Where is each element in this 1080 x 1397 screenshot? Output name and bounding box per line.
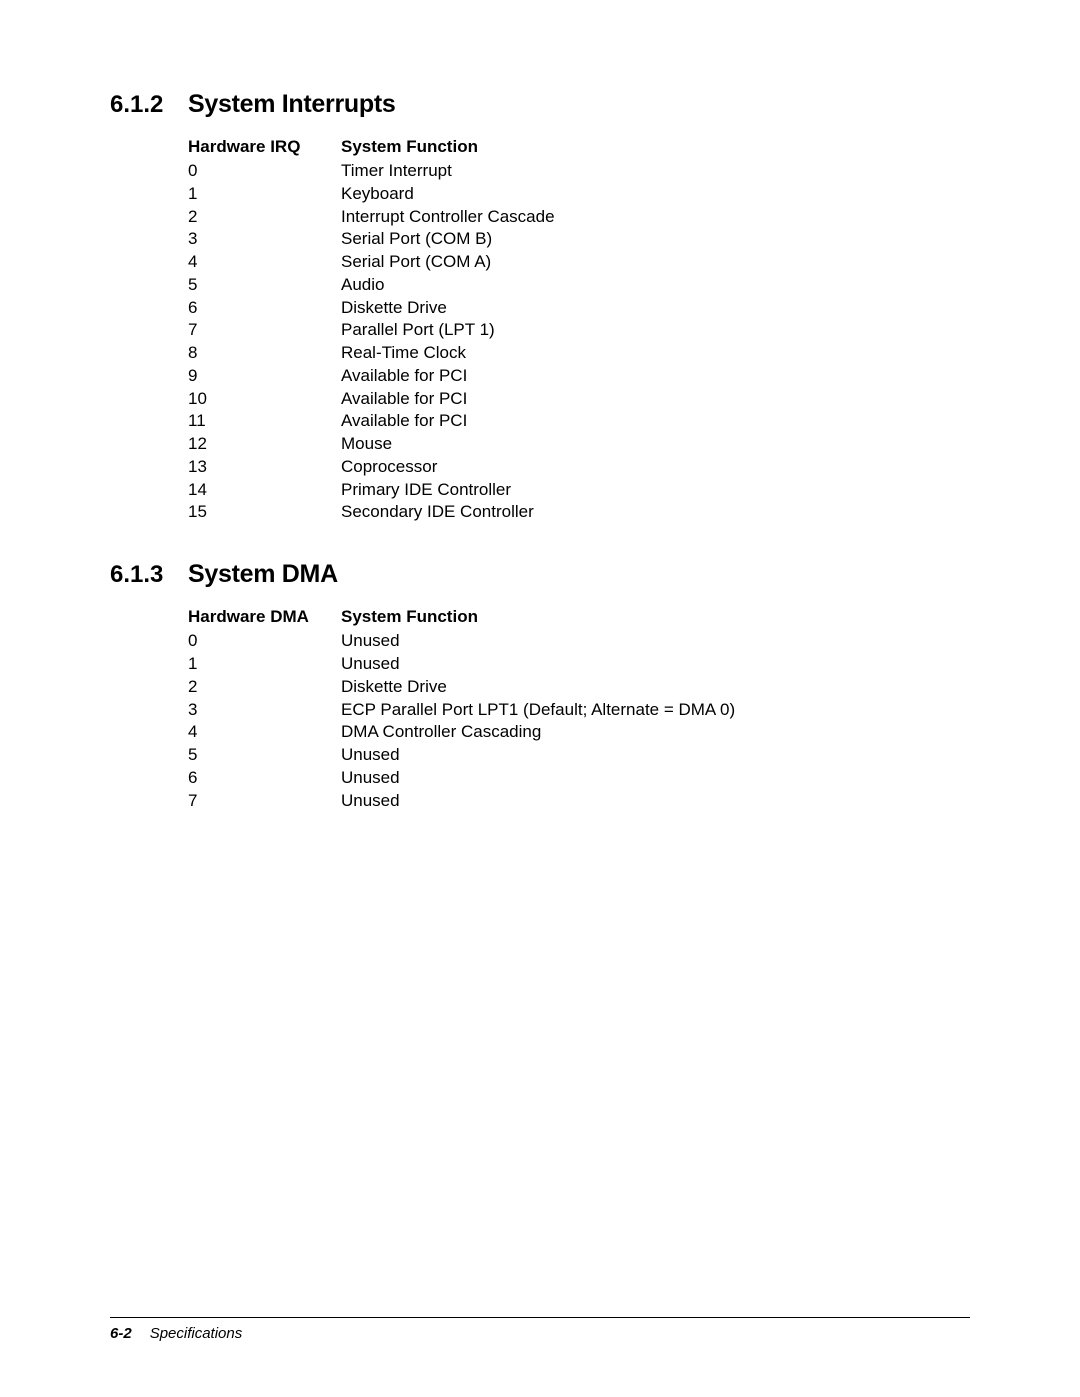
cell: Diskette Drive: [341, 676, 970, 699]
cell: Diskette Drive: [341, 297, 970, 320]
table-row: 14Primary IDE Controller: [188, 479, 970, 502]
header-col1: Hardware IRQ: [188, 137, 341, 157]
table-header: Hardware IRQ System Function: [188, 137, 970, 157]
cell: 1: [188, 653, 341, 676]
page-footer: 6-2 Specifications: [110, 1317, 970, 1342]
cell: 1: [188, 183, 341, 206]
cell: 5: [188, 274, 341, 297]
table-row: 7Parallel Port (LPT 1): [188, 319, 970, 342]
table-row: 2Interrupt Controller Cascade: [188, 206, 970, 229]
cell: 2: [188, 676, 341, 699]
cell: 11: [188, 410, 341, 433]
dma-table: Hardware DMA System Function 0Unused 1Un…: [188, 607, 970, 812]
footer-text: 6-2 Specifications: [110, 1325, 970, 1342]
chapter-title: Specifications: [150, 1325, 243, 1342]
cell: 15: [188, 501, 341, 524]
table-row: 12Mouse: [188, 433, 970, 456]
cell: 12: [188, 433, 341, 456]
cell: Serial Port (COM B): [341, 228, 970, 251]
cell: 9: [188, 365, 341, 388]
cell: 3: [188, 699, 341, 722]
cell: 0: [188, 630, 341, 653]
cell: Coprocessor: [341, 456, 970, 479]
cell: Keyboard: [341, 183, 970, 206]
cell: Parallel Port (LPT 1): [341, 319, 970, 342]
table-row: 9Available for PCI: [188, 365, 970, 388]
table-row: 0Timer Interrupt: [188, 160, 970, 183]
table-row: 4Serial Port (COM A): [188, 251, 970, 274]
cell: 7: [188, 319, 341, 342]
header-col2: System Function: [341, 607, 970, 627]
table-row: 2Diskette Drive: [188, 676, 970, 699]
table-row: 5Audio: [188, 274, 970, 297]
cell: Unused: [341, 630, 970, 653]
cell: Unused: [341, 653, 970, 676]
cell: Available for PCI: [341, 388, 970, 411]
cell: 13: [188, 456, 341, 479]
cell: 2: [188, 206, 341, 229]
cell: 4: [188, 721, 341, 744]
cell: 14: [188, 479, 341, 502]
cell: Secondary IDE Controller: [341, 501, 970, 524]
cell: 6: [188, 767, 341, 790]
table-row: 10Available for PCI: [188, 388, 970, 411]
cell: Mouse: [341, 433, 970, 456]
section-number: 6.1.3: [110, 561, 188, 589]
cell: 3: [188, 228, 341, 251]
cell: Serial Port (COM A): [341, 251, 970, 274]
table-row: 6Unused: [188, 767, 970, 790]
table-row: 1Keyboard: [188, 183, 970, 206]
section-heading: 6.1.3 System DMA: [110, 560, 970, 589]
irq-table: Hardware IRQ System Function 0Timer Inte…: [188, 137, 970, 524]
table-row: 8Real-Time Clock: [188, 342, 970, 365]
cell: DMA Controller Cascading: [341, 721, 970, 744]
header-col2: System Function: [341, 137, 970, 157]
page: 6.1.2 System Interrupts Hardware IRQ Sys…: [0, 0, 1080, 1397]
section-title: System Interrupts: [188, 90, 395, 119]
cell: 6: [188, 297, 341, 320]
cell: Audio: [341, 274, 970, 297]
table-row: 11Available for PCI: [188, 410, 970, 433]
cell: Available for PCI: [341, 410, 970, 433]
cell: Available for PCI: [341, 365, 970, 388]
table-row: 3Serial Port (COM B): [188, 228, 970, 251]
table-row: 1Unused: [188, 653, 970, 676]
cell: Interrupt Controller Cascade: [341, 206, 970, 229]
table-row: 0Unused: [188, 630, 970, 653]
cell: Real-Time Clock: [341, 342, 970, 365]
cell: ECP Parallel Port LPT1 (Default; Alterna…: [341, 699, 970, 722]
cell: 4: [188, 251, 341, 274]
cell: Timer Interrupt: [341, 160, 970, 183]
footer-rule: [110, 1317, 970, 1318]
cell: 10: [188, 388, 341, 411]
table-row: 7Unused: [188, 790, 970, 813]
table-row: 3ECP Parallel Port LPT1 (Default; Altern…: [188, 699, 970, 722]
cell: 0: [188, 160, 341, 183]
cell: Unused: [341, 767, 970, 790]
header-col1: Hardware DMA: [188, 607, 341, 627]
table-row: 4DMA Controller Cascading: [188, 721, 970, 744]
cell: 7: [188, 790, 341, 813]
section-heading: 6.1.2 System Interrupts: [110, 90, 970, 119]
cell: Unused: [341, 790, 970, 813]
section-title: System DMA: [188, 560, 338, 589]
table-row: 15Secondary IDE Controller: [188, 501, 970, 524]
cell: 5: [188, 744, 341, 767]
section-number: 6.1.2: [110, 91, 188, 119]
table-row: 13Coprocessor: [188, 456, 970, 479]
cell: Primary IDE Controller: [341, 479, 970, 502]
table-row: 6Diskette Drive: [188, 297, 970, 320]
cell: Unused: [341, 744, 970, 767]
page-number: 6-2: [110, 1325, 132, 1342]
table-header: Hardware DMA System Function: [188, 607, 970, 627]
cell: 8: [188, 342, 341, 365]
table-row: 5Unused: [188, 744, 970, 767]
